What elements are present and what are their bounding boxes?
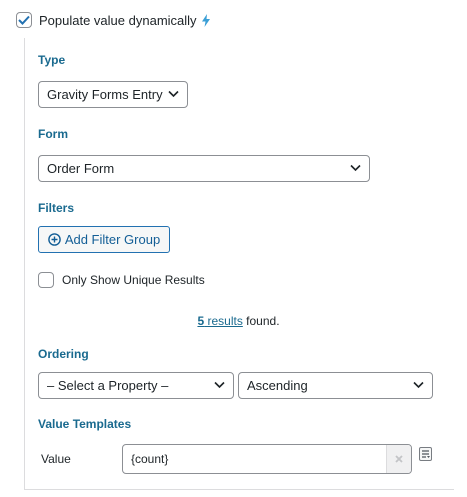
plus-circle-icon <box>48 233 61 246</box>
order-property-select[interactable]: – Select a Property – <box>38 372 234 399</box>
lightning-icon <box>201 13 210 27</box>
unique-results-checkbox[interactable] <box>38 272 54 288</box>
value-template-input[interactable]: {count} <box>122 444 412 474</box>
filters-label: Filters <box>38 201 75 215</box>
order-direction-value: Ascending <box>247 378 308 393</box>
populate-dynamic-label: Populate value dynamically <box>39 12 197 28</box>
unique-results-label: Only Show Unique Results <box>62 273 205 287</box>
chevron-down-icon <box>214 381 225 389</box>
close-icon <box>395 455 403 463</box>
merge-tag-icon[interactable] <box>419 447 432 464</box>
value-template-text: {count} <box>131 452 169 466</box>
clear-value-button[interactable] <box>386 445 411 473</box>
results-link[interactable]: 5 results <box>197 314 242 328</box>
type-select[interactable]: Gravity Forms Entry <box>38 81 188 108</box>
results-summary: 5 results found. <box>0 314 467 328</box>
type-select-value: Gravity Forms Entry <box>47 87 163 102</box>
populate-dynamic-row: Populate value dynamically <box>16 11 210 29</box>
results-link-word: results <box>207 314 243 328</box>
add-filter-group-button[interactable]: Add Filter Group <box>38 226 170 253</box>
form-label: Form <box>38 127 68 141</box>
chevron-down-icon <box>168 90 179 98</box>
results-suffix: found. <box>246 314 280 328</box>
unique-results-row: Only Show Unique Results <box>38 272 205 288</box>
results-count: 5 <box>197 314 205 328</box>
value-templates-label: Value Templates <box>38 417 132 431</box>
ordering-label: Ordering <box>38 347 89 361</box>
add-filter-group-label: Add Filter Group <box>64 232 161 247</box>
form-select-value: Order Form <box>47 161 115 176</box>
order-property-value: – Select a Property – <box>47 378 169 393</box>
form-select[interactable]: Order Form <box>38 155 370 182</box>
type-label: Type <box>38 53 66 67</box>
value-template-row-label: Value <box>41 452 71 466</box>
chevron-down-icon <box>350 164 361 172</box>
order-direction-select[interactable]: Ascending <box>238 372 433 399</box>
checkmark-icon <box>18 15 30 25</box>
populate-dynamic-checkbox[interactable] <box>16 12 32 28</box>
chevron-down-icon <box>413 381 424 389</box>
